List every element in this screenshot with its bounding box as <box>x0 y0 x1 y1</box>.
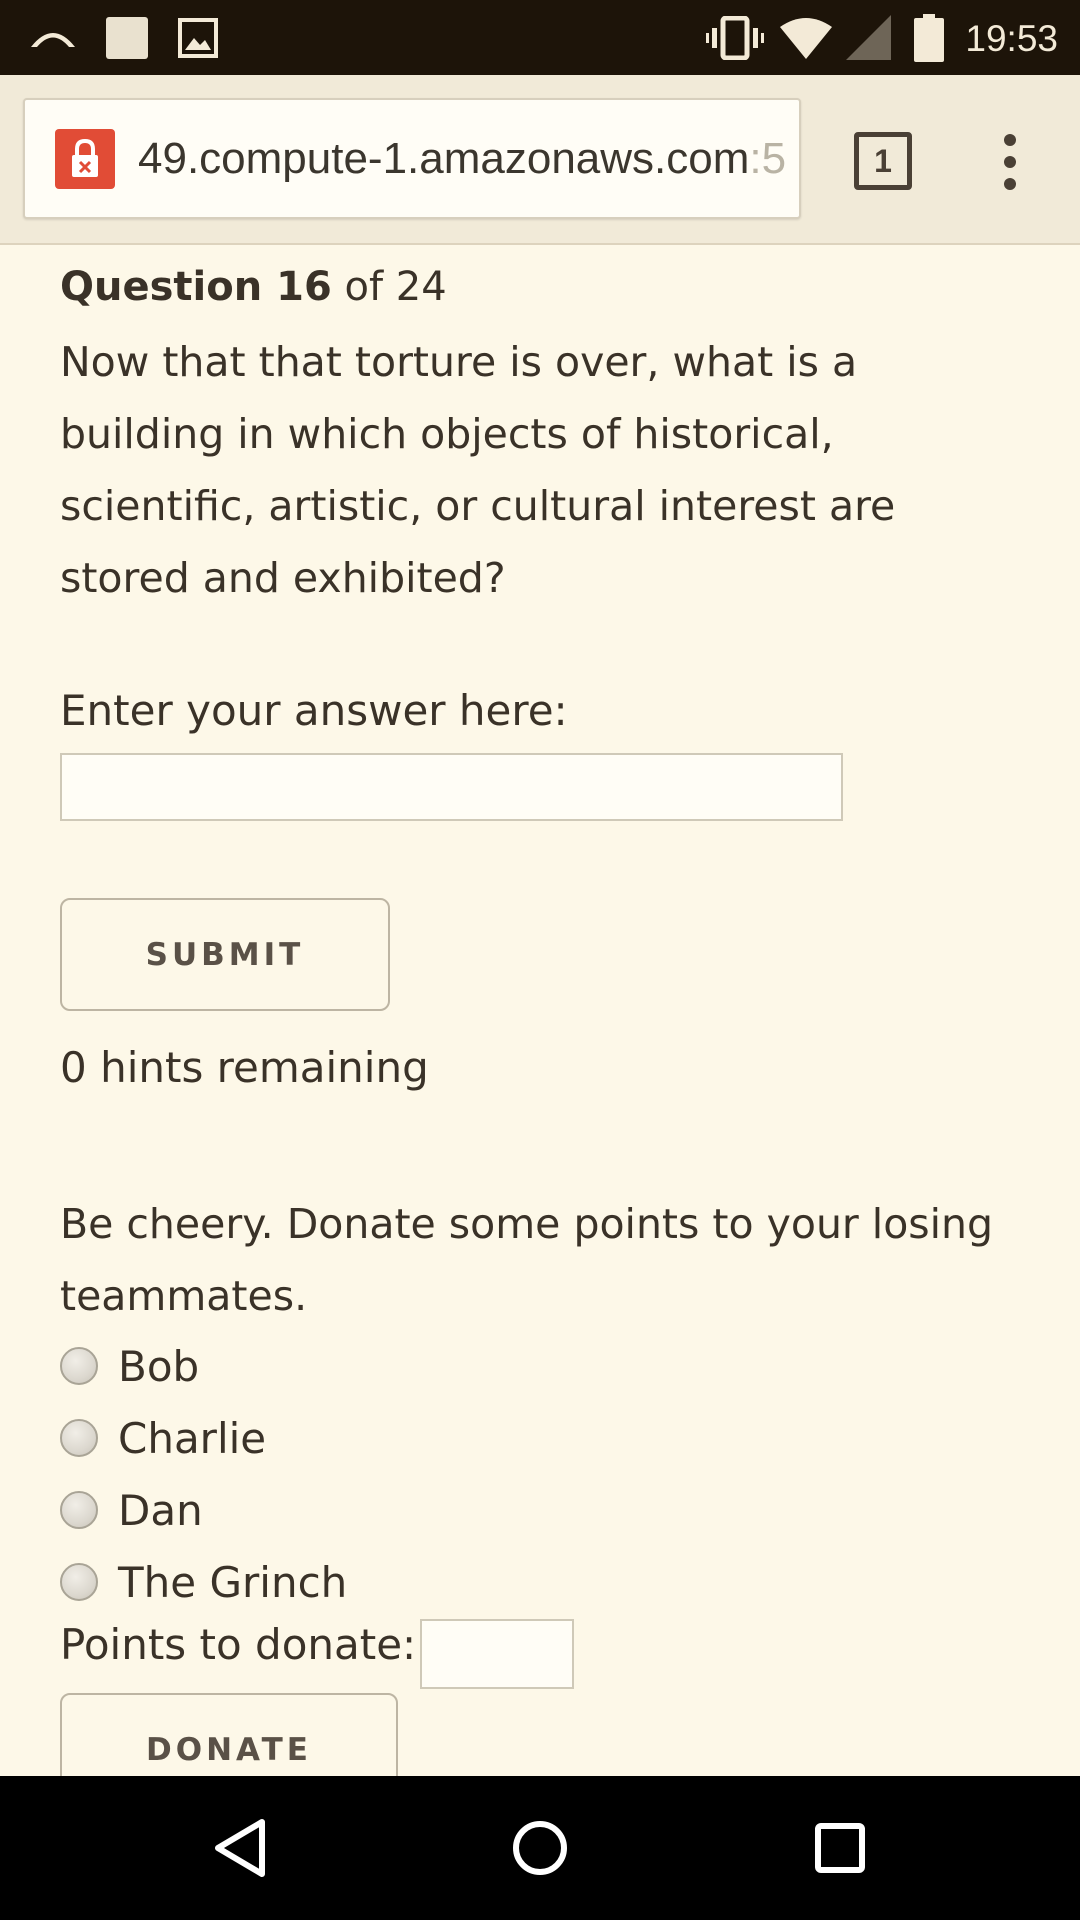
radio-option-charlie[interactable]: Charlie <box>60 1408 266 1468</box>
points-label: Points to donate: <box>60 1620 417 1669</box>
radio-option-the-grinch[interactable]: The Grinch <box>60 1552 347 1612</box>
status-bar: 19:53 <box>0 0 1080 75</box>
question-heading: Question 16 of 24 <box>60 257 447 317</box>
image-icon <box>178 0 218 75</box>
url-text[interactable]: 49.compute-1.amazonaws.com:5 <box>138 100 786 217</box>
vibrate-icon <box>706 0 764 75</box>
radio-option-dan[interactable]: Dan <box>60 1480 203 1540</box>
radio-button[interactable] <box>60 1563 98 1601</box>
browser-toolbar: 49.compute-1.amazonaws.com:5 1 <box>0 75 1080 245</box>
question-total: of 24 <box>331 264 447 310</box>
back-icon[interactable] <box>180 1776 300 1920</box>
url-port: :5 <box>749 134 787 183</box>
submit-button[interactable]: SUBMIT <box>60 898 390 1011</box>
radio-button[interactable] <box>60 1347 98 1385</box>
donate-prompt: Be cheery. Donate some points to your lo… <box>60 1200 994 1320</box>
radio-label: Charlie <box>118 1413 267 1463</box>
radio-button[interactable] <box>60 1491 98 1529</box>
points-input[interactable] <box>420 1619 574 1689</box>
clock: 19:53 <box>965 18 1058 59</box>
more-vert-icon[interactable] <box>995 132 1025 192</box>
hints-remaining: 0 hints remaining <box>60 1043 429 1092</box>
battery-icon <box>914 0 944 75</box>
recents-icon[interactable] <box>780 1776 900 1920</box>
answer-label: Enter your answer here: <box>60 686 568 735</box>
question-text: Now that that torture is over, what is a… <box>60 338 896 602</box>
question-number: Question 16 <box>60 264 332 310</box>
answer-input[interactable] <box>60 753 843 821</box>
navigation-bar <box>0 1776 1080 1920</box>
radio-label: Dan <box>118 1485 203 1535</box>
lock-error-icon[interactable] <box>55 129 115 189</box>
url-host: 49.compute-1.amazonaws.com <box>138 134 750 183</box>
notification-square-icon <box>105 0 149 75</box>
url-bar[interactable]: 49.compute-1.amazonaws.com:5 <box>23 98 801 219</box>
tab-switcher-button[interactable]: 1 <box>854 132 912 190</box>
radio-label: Bob <box>118 1341 200 1391</box>
wifi-icon <box>780 0 832 75</box>
cell-signal-icon <box>846 0 891 75</box>
radio-label: The Grinch <box>118 1557 348 1607</box>
radio-option-bob[interactable]: Bob <box>60 1336 199 1396</box>
home-icon[interactable] <box>480 1776 600 1920</box>
radio-button[interactable] <box>60 1419 98 1457</box>
cast-icon <box>28 0 78 75</box>
